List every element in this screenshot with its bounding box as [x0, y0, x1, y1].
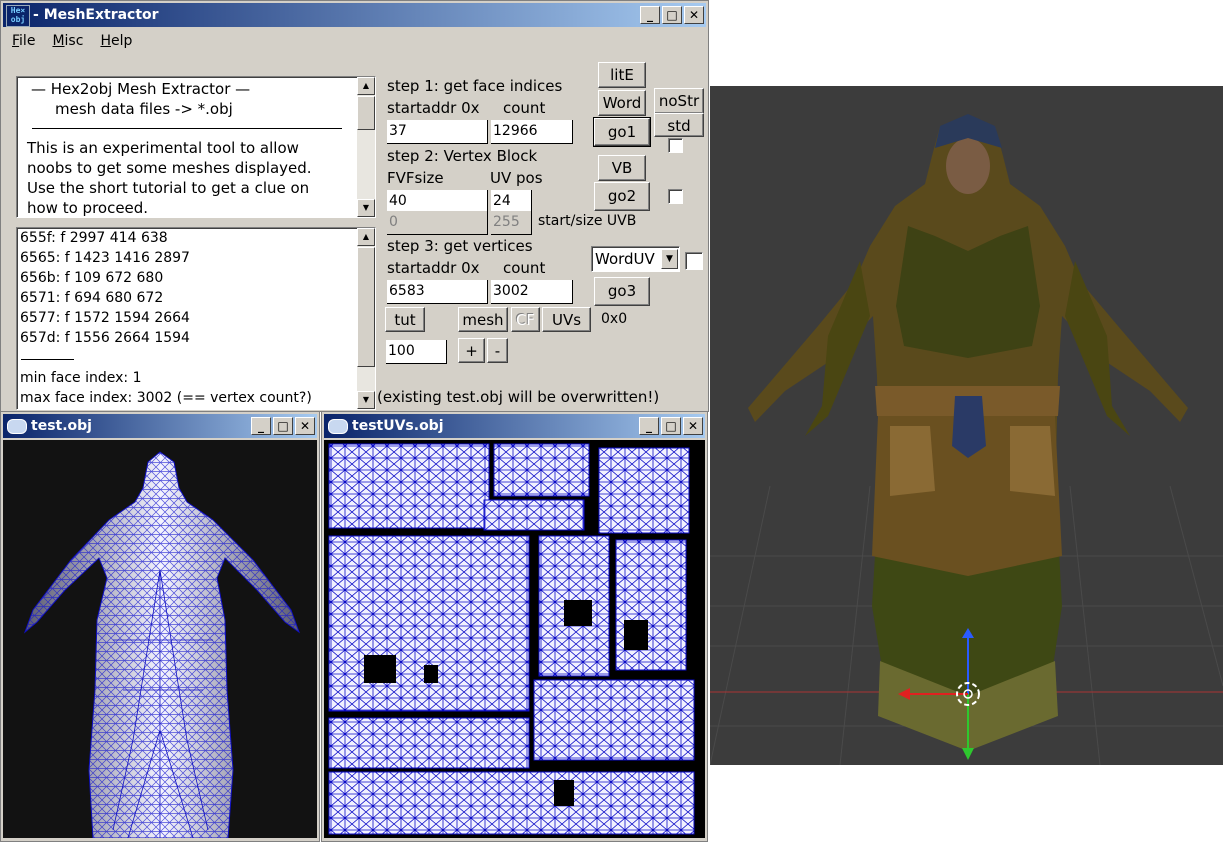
log-scrollbar[interactable]: ▲ ▼ — [357, 228, 375, 409]
step2-uvpos-label: UV pos — [490, 169, 543, 187]
step3-count-input[interactable]: 3002 — [491, 280, 573, 304]
go2-checkbox[interactable] — [668, 189, 683, 204]
zoom-input[interactable]: 100 — [386, 340, 447, 364]
uvb-size-input: 255 — [491, 211, 532, 235]
menu-file[interactable]: File — [3, 33, 43, 49]
lite-button[interactable]: litE — [598, 62, 646, 88]
info-line-1: This is an experimental tool to allow — [27, 139, 299, 157]
menu-misc[interactable]: Misc — [43, 33, 91, 49]
log-textbox[interactable]: 655f: f 2997 414 638 6565: f 1423 1416 2… — [16, 227, 376, 410]
scroll-thumb[interactable] — [357, 247, 375, 367]
log-line: 655f: f 2997 414 638 — [20, 230, 168, 246]
zoom-minus-button[interactable]: - — [487, 338, 508, 363]
word-format-select[interactable]: WordUV ▼ — [591, 246, 680, 272]
mesh-wireframe-canvas[interactable] — [3, 440, 317, 838]
uv-layout-canvas[interactable] — [324, 440, 705, 838]
scroll-up-icon[interactable]: ▲ — [357, 228, 375, 246]
mesh-preview-title: test.obj — [31, 418, 92, 434]
wireframe-figure — [23, 451, 301, 838]
overwrite-warning: (existing test.obj will be overwritten!) — [377, 388, 660, 406]
info-heading2: mesh data files -> *.obj — [55, 100, 233, 118]
uvb-label: start/size UVB — [538, 213, 637, 229]
step1-startaddr-label: startaddr 0x — [387, 99, 480, 117]
step3-count-label: count — [503, 259, 546, 277]
nostr-button[interactable]: noStr — [654, 88, 704, 114]
word-button[interactable]: Word — [598, 90, 646, 116]
zoom-plus-button[interactable]: + — [458, 338, 485, 363]
step2-fvfsize-label: FVFsize — [387, 169, 444, 187]
info-line-2: noobs to get some meshes displayed. — [27, 159, 312, 177]
scroll-up-icon[interactable]: ▲ — [357, 77, 375, 95]
log-max-index: max face index: 3002 (== vertex count?) — [20, 390, 312, 406]
log-line: 6571: f 694 680 672 — [20, 290, 164, 306]
meshextractor-window: He× obj - MeshExtractor _ □ ✕ File Misc H… — [0, 0, 709, 412]
step2-title: step 2: Vertex Block — [387, 147, 538, 165]
chevron-down-icon[interactable]: ▼ — [661, 249, 678, 269]
window-icon — [7, 419, 27, 434]
log-line: 656b: f 109 672 680 — [20, 270, 164, 286]
minimize-icon[interactable]: _ — [251, 417, 271, 435]
uvs-button[interactable]: UVs — [542, 307, 591, 332]
title-prefix: - — [33, 7, 44, 23]
info-scrollbar[interactable]: ▲ ▼ — [357, 77, 375, 217]
info-line-3: Use the short tutorial to get a clue on — [27, 179, 310, 197]
std-checkbox[interactable] — [668, 138, 683, 153]
step1-startaddr-input[interactable]: 37 — [387, 120, 488, 144]
log-line: 657d: f 1556 2664 1594 — [20, 330, 190, 346]
close-icon[interactable]: ✕ — [683, 417, 703, 435]
scroll-down-icon[interactable]: ▼ — [357, 199, 375, 217]
3d-viewport[interactable] — [710, 86, 1223, 765]
go2-button[interactable]: go2 — [594, 182, 650, 211]
std-button[interactable]: std — [654, 113, 704, 137]
minimize-icon[interactable]: _ — [639, 417, 659, 435]
menu-bar: File Misc Help — [3, 29, 706, 53]
mesh-preview-titlebar[interactable]: test.obj _ □ ✕ — [3, 414, 317, 438]
uv-preview-title: testUVs.obj — [352, 418, 444, 434]
uv-preview-window: testUVs.obj _ □ ✕ — [321, 411, 708, 842]
log-min-index: min face index: 1 — [20, 370, 142, 386]
meshextractor-titlebar[interactable]: He× obj - MeshExtractor _ □ ✕ — [3, 3, 706, 27]
go3-button[interactable]: go3 — [594, 277, 650, 306]
log-line: 6577: f 1572 1594 2664 — [20, 310, 190, 326]
maximize-icon[interactable]: □ — [661, 417, 681, 435]
maximize-icon[interactable]: □ — [273, 417, 293, 435]
tut-button[interactable]: tut — [385, 307, 425, 332]
log-divider — [21, 359, 74, 360]
hex-readout: 0x0 — [601, 311, 628, 327]
uvb-start-input: 0 — [387, 211, 488, 235]
window-title: MeshExtractor — [43, 7, 159, 23]
info-divider — [32, 128, 342, 129]
step1-title: step 1: get face indices — [387, 77, 563, 95]
vb-button[interactable]: VB — [598, 155, 646, 181]
close-icon[interactable]: ✕ — [684, 6, 704, 24]
scroll-down-icon[interactable]: ▼ — [357, 391, 375, 409]
go1-button[interactable]: go1 — [593, 117, 651, 147]
word-format-value: WordUV — [595, 250, 655, 268]
maximize-icon[interactable]: □ — [662, 6, 682, 24]
menu-help[interactable]: Help — [91, 33, 140, 49]
step3-startaddr-label: startaddr 0x — [387, 259, 480, 277]
minimize-icon[interactable]: _ — [640, 6, 660, 24]
info-line-4: how to proceed. — [27, 199, 149, 217]
mesh-preview-window: test.obj _ □ ✕ — [0, 411, 320, 842]
close-icon[interactable]: ✕ — [295, 417, 315, 435]
step3-startaddr-input[interactable]: 6583 — [387, 280, 488, 304]
step3-title: step 3: get vertices — [387, 237, 533, 255]
mesh-button[interactable]: mesh — [458, 307, 508, 332]
step1-count-label: count — [503, 99, 546, 117]
uv-preview-titlebar[interactable]: testUVs.obj _ □ ✕ — [324, 414, 705, 438]
info-textbox[interactable]: — Hex2obj Mesh Extractor — mesh data fil… — [16, 76, 376, 218]
cf-button: CF — [511, 307, 540, 332]
window-icon — [328, 419, 348, 434]
step1-count-input[interactable]: 12966 — [491, 120, 573, 144]
scroll-thumb[interactable] — [357, 96, 375, 130]
wordfmt-checkbox[interactable] — [685, 252, 703, 270]
info-heading1: — Hex2obj Mesh Extractor — — [31, 80, 251, 98]
app-icon: He× obj — [6, 5, 30, 27]
log-line: 6565: f 1423 1416 2897 — [20, 250, 190, 266]
